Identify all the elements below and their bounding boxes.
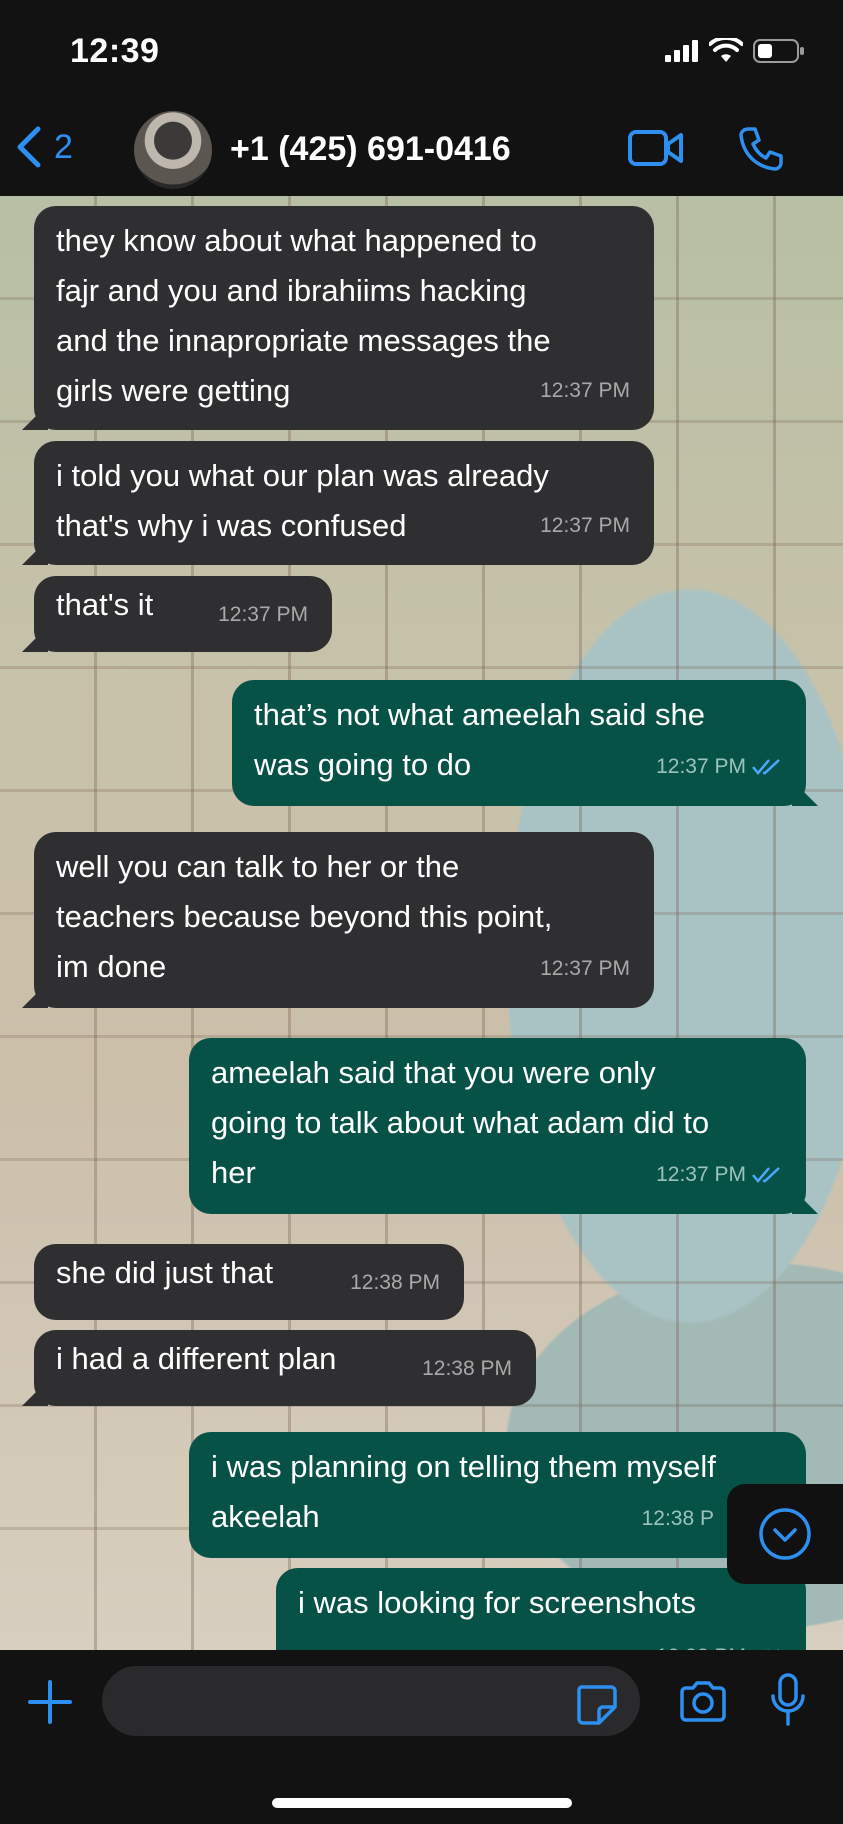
status-bar: 12:39 [0, 0, 843, 110]
message-incoming[interactable]: i had a different plan 12:38 PM [22, 1330, 536, 1406]
chevron-down-circle-icon [759, 1508, 811, 1560]
bubble-tail [22, 982, 48, 1008]
composer-bar [0, 1650, 843, 1824]
message-outgoing[interactable]: i was planning on telling them myself ak… [189, 1432, 806, 1558]
message-time: 12:37 PM [218, 592, 308, 638]
read-receipt-icon [752, 1167, 780, 1183]
bubble-tail [22, 539, 48, 565]
scroll-to-bottom-button[interactable] [727, 1484, 843, 1584]
chat-area[interactable]: they know about what happened to fajr an… [0, 196, 843, 1650]
time-label: 12:37 PM [218, 603, 308, 626]
message-input[interactable] [102, 1666, 640, 1736]
time-label: 12:38 P [641, 1507, 714, 1530]
message-text: i was looking for screenshots [298, 1585, 697, 1620]
message-time: 12:38 PM [350, 1260, 440, 1306]
wifi-icon [709, 38, 743, 62]
message-incoming[interactable]: she did just that 12:38 PM [34, 1244, 464, 1320]
chat-header: 2 +1 (425) 691-0416 [0, 110, 843, 196]
message-time: 12:37 PM [540, 366, 630, 416]
status-time: 12:39 [70, 32, 160, 70]
plus-icon[interactable] [26, 1678, 74, 1726]
bubble-tail [792, 1188, 818, 1214]
time-label: 12:38 PM [656, 1632, 746, 1650]
unread-count: 2 [54, 127, 73, 166]
time-label: 12:37 PM [540, 514, 630, 537]
home-indicator [272, 1798, 572, 1808]
sticker-icon[interactable] [575, 1683, 617, 1725]
time-label: 12:37 PM [540, 957, 630, 980]
message-incoming[interactable]: they know about what happened to fajr an… [22, 206, 654, 430]
message-time: 12:37 PM [656, 742, 782, 792]
contact-name[interactable]: +1 (425) 691-0416 [230, 130, 511, 169]
bubble-tail [792, 780, 818, 806]
bubble-tail [22, 626, 48, 652]
bubble-tail [22, 404, 48, 430]
message-time: 12:38 PM [656, 1632, 782, 1650]
time-label: 12:38 PM [422, 1357, 512, 1380]
status-icons [665, 38, 805, 64]
chevron-left-icon [17, 126, 41, 168]
message-outgoing[interactable]: i was looking for screenshots 12:38 PM [276, 1568, 806, 1650]
battery-icon [753, 39, 804, 63]
time-label: 12:38 PM [350, 1271, 440, 1294]
bubble-tail [22, 1380, 48, 1406]
message-time: 12:37 PM [540, 501, 630, 551]
message-incoming[interactable]: that's it 12:37 PM [22, 576, 332, 652]
message-time: 12:37 PM [656, 1150, 782, 1200]
phone-call-icon[interactable] [738, 126, 784, 172]
message-outgoing[interactable]: ameelah said that you were only going to… [189, 1038, 818, 1214]
microphone-icon[interactable] [770, 1672, 806, 1728]
camera-icon[interactable] [678, 1680, 728, 1722]
time-label: 12:37 PM [656, 755, 746, 778]
message-time: 12:38 P [642, 1494, 714, 1544]
cellular-signal-icon [665, 40, 698, 62]
read-receipt-icon [752, 759, 780, 775]
message-incoming[interactable]: i told you what our plan was already tha… [22, 441, 654, 565]
message-outgoing[interactable]: that’s not what ameelah said she was goi… [232, 680, 818, 806]
time-label: 12:37 PM [656, 1163, 746, 1186]
time-label: 12:37 PM [540, 379, 630, 402]
message-time: 12:38 PM [422, 1346, 512, 1392]
avatar[interactable] [134, 111, 212, 189]
message-time: 12:37 PM [540, 944, 630, 994]
back-button[interactable]: 2 [16, 126, 73, 168]
message-incoming[interactable]: well you can talk to her or the teachers… [22, 832, 654, 1008]
video-call-icon[interactable] [628, 128, 684, 168]
